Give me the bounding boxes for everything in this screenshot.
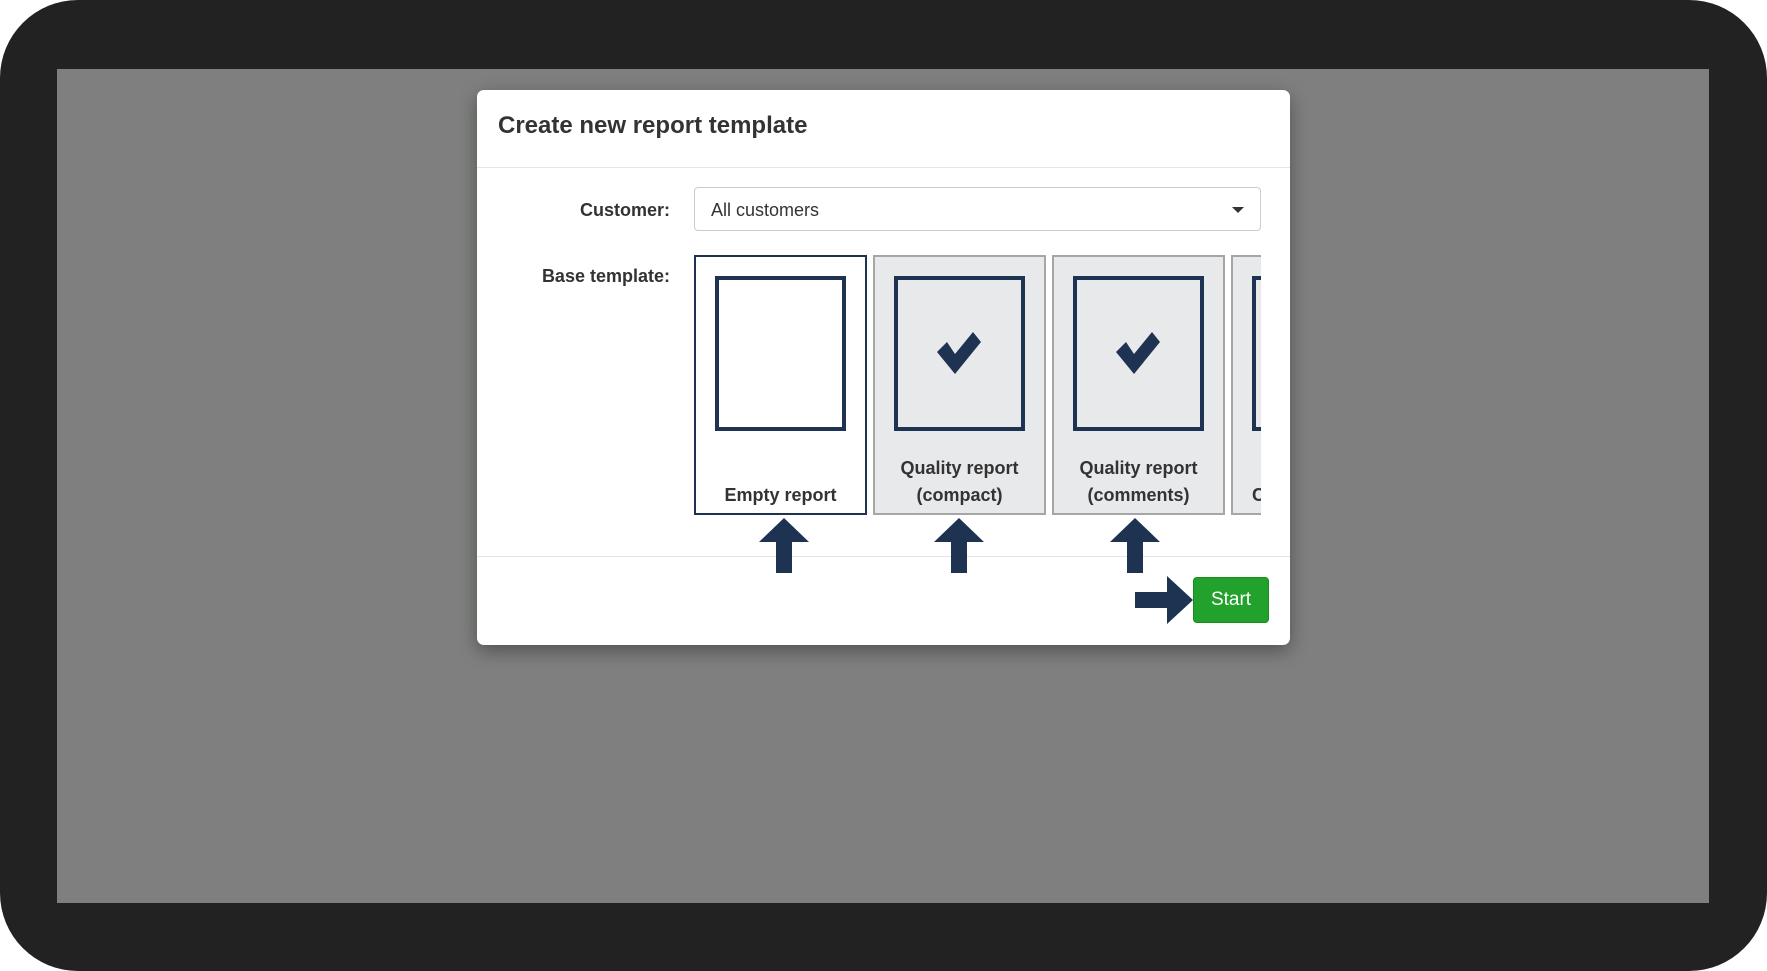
up-arrow-icon [759,518,809,573]
template-tile-partial[interactable]: C [1231,255,1261,515]
checkmark-document-icon [894,276,1025,431]
template-tile-empty-report[interactable]: Empty report [694,255,867,515]
template-tile-quality-report-comments[interactable]: Quality report (comments) [1052,255,1225,515]
dialog-title: Create new report template [498,112,808,139]
checkmark-icon [937,332,981,374]
create-report-template-dialog: Create new report template Customer: All… [477,90,1290,645]
customer-select-value: All customers [711,200,820,220]
start-button[interactable]: Start [1193,577,1269,623]
template-tile-label: Quality report (compact) [900,458,1019,505]
customer-select[interactable]: All customers [694,187,1261,231]
checkmark-document-icon [1252,276,1261,431]
checkmark-icon [1116,332,1160,374]
template-tile-label: Quality report (comments) [1079,458,1198,505]
up-arrow-icon [934,518,984,573]
blank-document-icon [715,276,846,431]
base-template-label: Base template: [541,266,670,286]
template-tile-label: Empty report [724,485,837,505]
dialog-header: Create new report template [477,90,1290,168]
up-arrow-icon [1110,518,1160,573]
template-tile-label: C [1252,485,1261,505]
customer-label: Customer: [579,200,670,220]
base-template-list: Empty report Quality report (compact) Qua… [694,255,1261,517]
template-tile-quality-report-compact[interactable]: Quality report (compact) [873,255,1046,515]
right-arrow-icon [1135,576,1193,624]
caret-down-icon [1232,207,1244,213]
checkmark-document-icon [1073,276,1204,431]
